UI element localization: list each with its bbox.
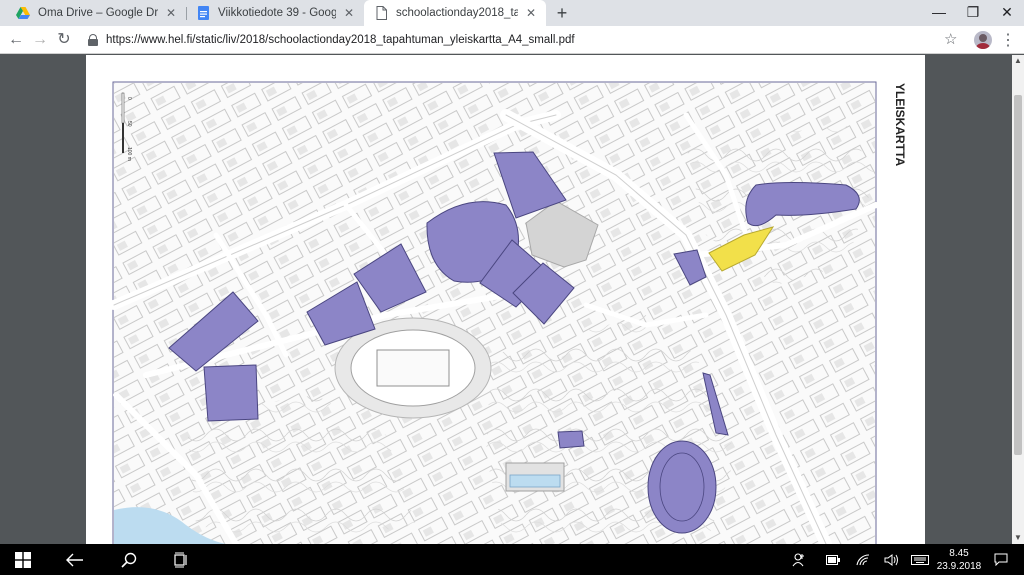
- scroll-up-icon[interactable]: ▲: [1012, 55, 1024, 67]
- sports-field: [647, 440, 717, 534]
- people-icon[interactable]: [788, 544, 810, 575]
- close-tab-icon[interactable]: ✕: [342, 6, 356, 20]
- google-docs-icon: [196, 6, 210, 20]
- windows-start-icon[interactable]: [0, 544, 46, 575]
- search-icon[interactable]: [106, 544, 152, 575]
- tab-pdf-map[interactable]: schoolactionday2018_tapahtuma ✕: [364, 0, 546, 26]
- volume-icon[interactable]: [880, 544, 902, 575]
- swimming-pool: [505, 462, 565, 492]
- back-arrow-icon[interactable]: [52, 544, 98, 575]
- maximize-button[interactable]: ❐: [956, 0, 990, 24]
- task-view-icon[interactable]: [158, 544, 204, 575]
- clock-date: 23.9.2018: [936, 561, 982, 572]
- url-text: https://www.hel.fi/static/liv/2018/schoo…: [106, 34, 575, 46]
- address-bar[interactable]: https://www.hel.fi/static/liv/2018/schoo…: [84, 29, 964, 51]
- forward-button[interactable]: →: [29, 29, 51, 51]
- keyboard-icon[interactable]: [908, 544, 932, 575]
- windows-taskbar: 8.45 23.9.2018: [0, 544, 1024, 575]
- tab-title: schoolactionday2018_tapahtuma: [396, 7, 518, 19]
- event-area: [203, 364, 259, 422]
- bookmark-star-icon[interactable]: ☆: [944, 30, 957, 48]
- google-drive-icon: [16, 6, 30, 20]
- tab-title: Viikkotiedote 39 - Google Docs: [218, 7, 336, 19]
- scale-label: 50: [126, 121, 132, 127]
- profile-avatar[interactable]: [974, 31, 992, 49]
- event-area: [557, 430, 585, 449]
- scale-label: 100 m: [126, 147, 132, 161]
- scroll-thumb[interactable]: [1014, 95, 1022, 455]
- browser-toolbar: ← → ↻ https://www.hel.fi/static/liv/2018…: [0, 26, 1024, 54]
- back-button[interactable]: ←: [5, 29, 27, 51]
- event-map: 0 50 100 m YLEISKARTTA: [109, 81, 907, 544]
- new-tab-button[interactable]: +: [552, 3, 572, 23]
- close-tab-icon[interactable]: ✕: [164, 6, 178, 20]
- close-tab-icon[interactable]: ✕: [524, 6, 538, 20]
- reload-button[interactable]: ↻: [53, 29, 75, 51]
- clock-time: 8.45: [949, 548, 969, 559]
- lock-icon[interactable]: [88, 34, 98, 46]
- pdf-page: 0 50 100 m YLEISKARTTA: [86, 55, 925, 544]
- scale-label: 0: [126, 97, 132, 100]
- minimize-button[interactable]: —: [922, 0, 956, 24]
- tab-strip: Oma Drive – Google Drive ✕ Viikkotiedote…: [0, 0, 1024, 26]
- tab-title: Oma Drive – Google Drive: [38, 7, 158, 19]
- close-window-button[interactable]: ✕: [990, 0, 1024, 24]
- wifi-icon[interactable]: [852, 544, 874, 575]
- notification-icon[interactable]: [990, 544, 1012, 575]
- pdf-scrollbar[interactable]: ▲ ▼: [1012, 55, 1024, 544]
- tab-google-docs[interactable]: Viikkotiedote 39 - Google Docs ✕: [186, 0, 364, 26]
- battery-icon[interactable]: [822, 544, 844, 575]
- browser-menu-icon[interactable]: ⋮: [1000, 30, 1016, 50]
- map-title: YLEISKARTTA: [893, 83, 907, 166]
- pdf-viewer: 0 50 100 m YLEISKARTTA: [0, 55, 1024, 544]
- scroll-down-icon[interactable]: ▼: [1012, 532, 1024, 544]
- tab-google-drive[interactable]: Oma Drive – Google Drive ✕: [6, 0, 186, 26]
- system-clock[interactable]: 8.45 23.9.2018: [932, 547, 986, 573]
- document-icon: [374, 6, 388, 20]
